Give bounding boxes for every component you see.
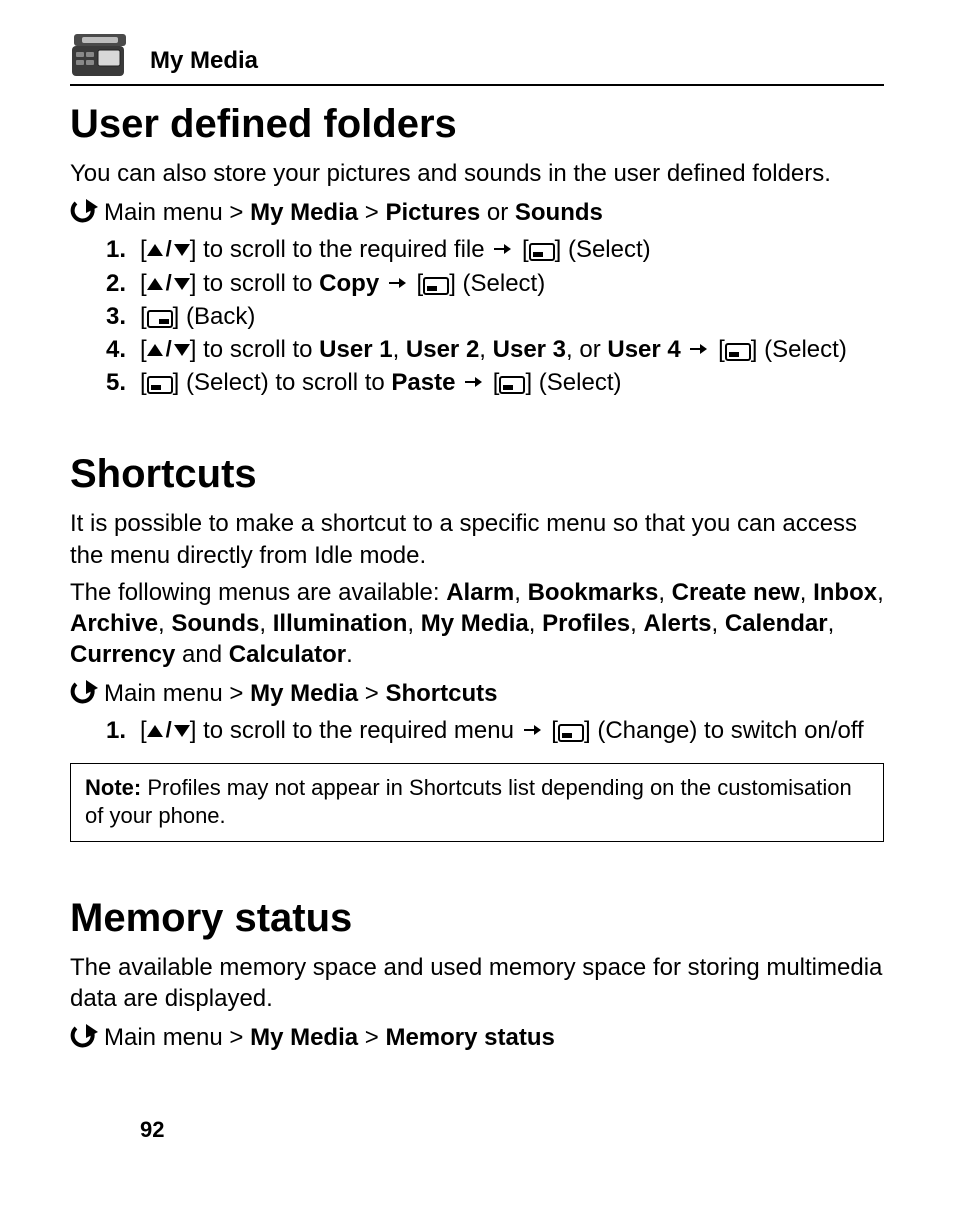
step-body: [] (Back)	[140, 301, 884, 332]
softkey-left-icon	[423, 277, 449, 295]
softkey-left-icon	[147, 376, 173, 394]
step-4: 4. [/] to scroll to User 1, User 2, User…	[70, 334, 884, 365]
step-body: [] (Select) to scroll to Paste [] (Selec…	[140, 367, 884, 398]
header-section-label: My Media	[150, 45, 258, 78]
nav-arrow-icon	[70, 199, 98, 227]
down-icon	[174, 278, 190, 290]
note-label: Note:	[85, 775, 141, 800]
heading-user-defined-folders: User defined folders	[70, 98, 884, 150]
nav-text: Main menu > My Media > Pictures or Sound…	[104, 197, 603, 228]
softkey-left-icon	[558, 724, 584, 742]
step-1: 1. [/] to scroll to the required menu []…	[70, 715, 884, 746]
note-body: Profiles may not appear in Shortcuts lis…	[85, 775, 852, 829]
step-body: [/] to scroll to the required file [] (S…	[140, 234, 884, 265]
up-icon	[147, 278, 163, 290]
step-body: [/] to scroll to the required menu [] (C…	[140, 715, 884, 746]
step-3: 3. [] (Back)	[70, 301, 884, 332]
step-number: 5.	[70, 367, 140, 398]
slash-icon: /	[163, 269, 174, 298]
step-number: 3.	[70, 301, 140, 332]
page-number: 92	[140, 1116, 164, 1145]
slash-icon: /	[163, 716, 174, 745]
softkey-left-icon	[529, 243, 555, 261]
step-number: 1.	[70, 715, 140, 746]
down-icon	[174, 244, 190, 256]
up-icon	[147, 725, 163, 737]
arrow-right-icon	[462, 375, 486, 389]
steps-shortcuts: 1. [/] to scroll to the required menu []…	[70, 715, 884, 746]
step-number: 4.	[70, 334, 140, 365]
intro-user-defined-folders: You can also store your pictures and sou…	[70, 158, 884, 189]
heading-memory-status: Memory status	[70, 892, 884, 944]
nav-text: Main menu > My Media > Shortcuts	[104, 678, 497, 709]
arrow-right-icon	[386, 276, 410, 290]
arrow-right-icon	[521, 723, 545, 737]
arrow-right-icon	[491, 242, 515, 256]
down-icon	[174, 344, 190, 356]
intro-shortcuts: It is possible to make a shortcut to a s…	[70, 508, 884, 570]
step-5: 5. [] (Select) to scroll to Paste [] (Se…	[70, 367, 884, 398]
nav-arrow-icon	[70, 680, 98, 708]
down-icon	[174, 725, 190, 737]
nav-path-shortcuts: Main menu > My Media > Shortcuts	[70, 678, 884, 709]
nav-arrow-icon	[70, 1024, 98, 1052]
step-number: 2.	[70, 268, 140, 299]
nav-path-memory-status: Main menu > My Media > Memory status	[70, 1022, 884, 1053]
steps-user-defined-folders: 1. [/] to scroll to the required file []…	[70, 234, 884, 398]
slash-icon: /	[163, 235, 174, 264]
shortcuts-menu-list: The following menus are available: Alarm…	[70, 577, 884, 671]
step-number: 1.	[70, 234, 140, 265]
up-icon	[147, 344, 163, 356]
arrow-right-icon	[687, 342, 711, 356]
nav-text: Main menu > My Media > Memory status	[104, 1022, 555, 1053]
softkey-left-icon	[499, 376, 525, 394]
intro-memory-status: The available memory space and used memo…	[70, 952, 884, 1014]
step-body: [/] to scroll to User 1, User 2, User 3,…	[140, 334, 884, 365]
heading-shortcuts: Shortcuts	[70, 448, 884, 500]
softkey-right-icon	[147, 310, 173, 328]
slash-icon: /	[163, 335, 174, 364]
step-2: 2. [/] to scroll to Copy [] (Select)	[70, 268, 884, 299]
up-icon	[147, 244, 163, 256]
page-header: My Media	[70, 30, 884, 86]
softkey-left-icon	[725, 343, 751, 361]
device-icon	[70, 30, 130, 78]
step-1: 1. [/] to scroll to the required file []…	[70, 234, 884, 265]
step-body: [/] to scroll to Copy [] (Select)	[140, 268, 884, 299]
nav-path-pictures-sounds: Main menu > My Media > Pictures or Sound…	[70, 197, 884, 228]
note-box: Note: Profiles may not appear in Shortcu…	[70, 763, 884, 842]
